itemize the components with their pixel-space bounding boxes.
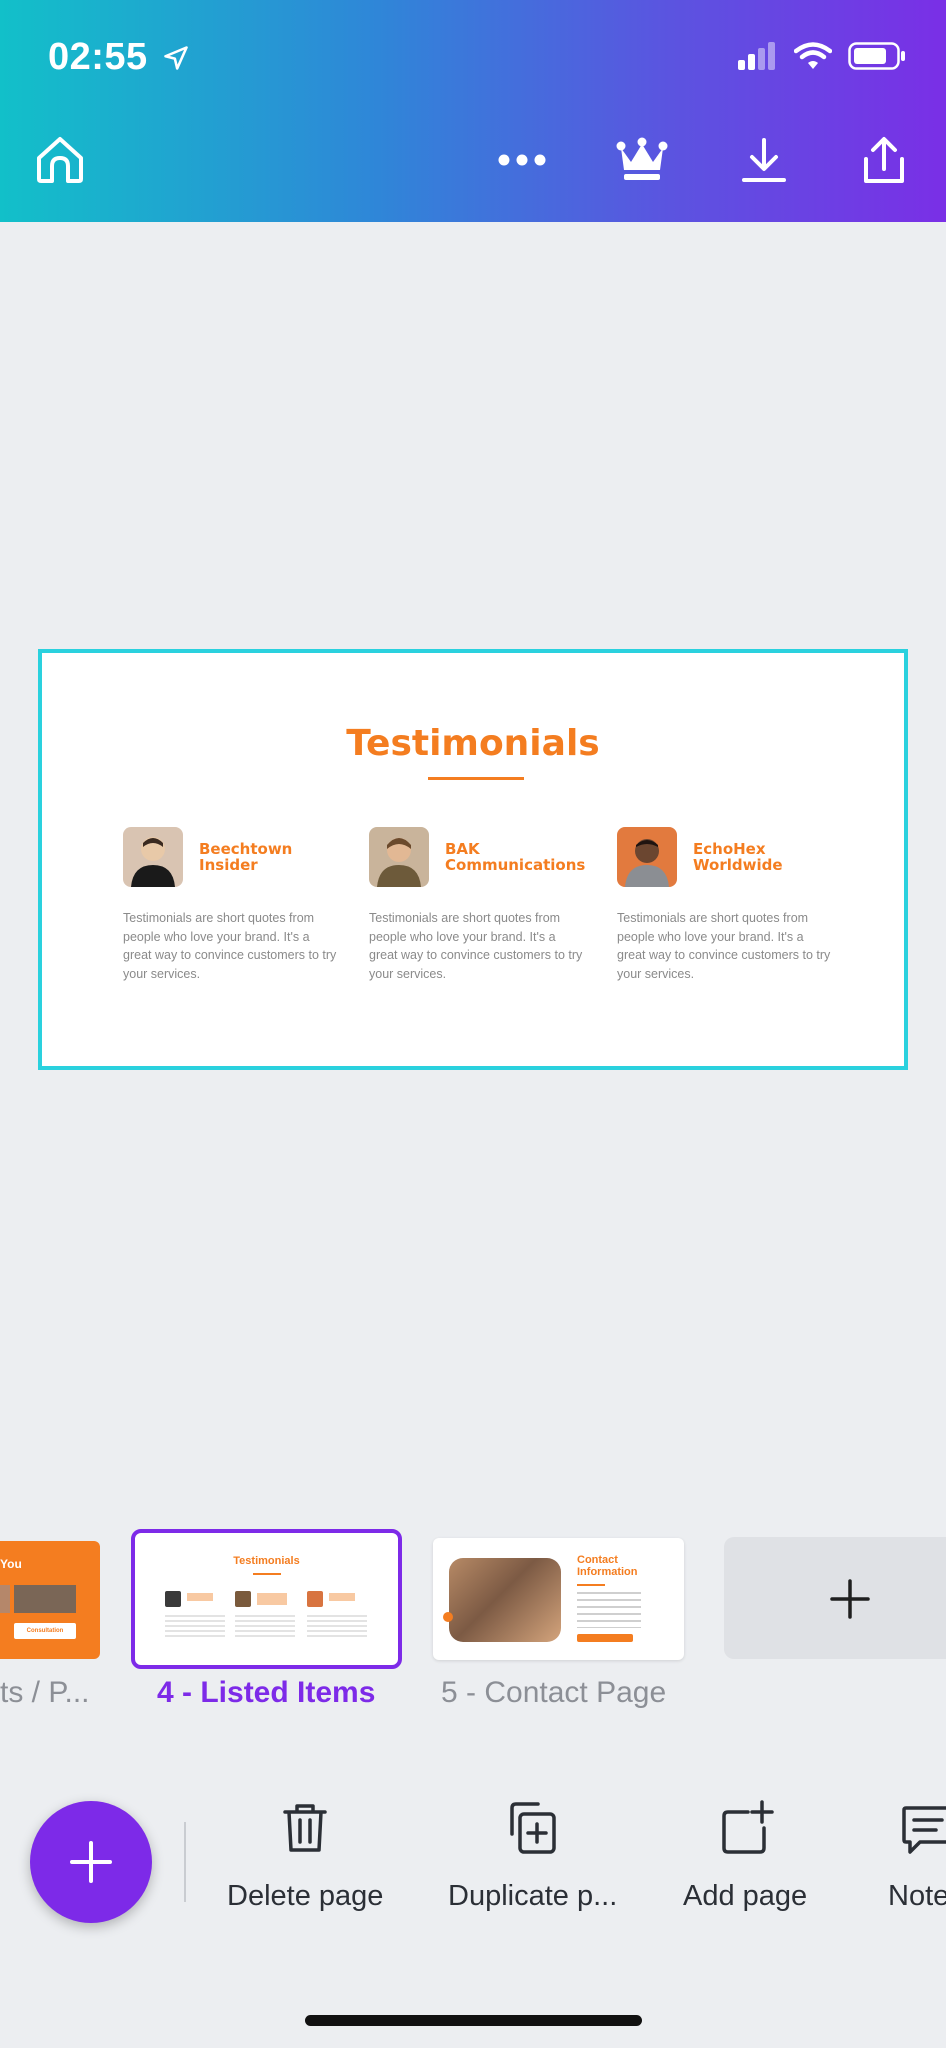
page-thumb-3[interactable]: You Consultation xyxy=(0,1541,100,1659)
thumb-text-lines xyxy=(165,1615,225,1637)
signal-icon xyxy=(738,42,775,70)
share-button[interactable] xyxy=(856,132,912,188)
plus-icon xyxy=(70,1841,112,1883)
add-page-label: Add page xyxy=(683,1880,808,1912)
share-icon xyxy=(864,137,904,183)
avatar[interactable] xyxy=(123,827,183,887)
avatar[interactable] xyxy=(369,827,429,887)
thumb-avatar xyxy=(235,1591,251,1607)
delete-page-label: Delete page xyxy=(227,1880,384,1912)
thumb-text-lines xyxy=(577,1592,641,1628)
add-page-thumb[interactable] xyxy=(724,1537,946,1659)
company-name[interactable]: EchoHex Worldwide xyxy=(693,841,843,873)
avatar[interactable] xyxy=(617,827,677,887)
page-label-5[interactable]: 5 - Contact Page xyxy=(441,1676,666,1710)
thumb-button: Consultation xyxy=(14,1623,76,1639)
top-bar: 02:55 xyxy=(0,0,946,222)
home-icon xyxy=(37,137,83,183)
trash-icon xyxy=(283,1804,327,1852)
status-time: 02:55 xyxy=(48,36,148,78)
thumb-name xyxy=(329,1593,355,1601)
home-indicator[interactable] xyxy=(305,2015,642,2026)
thumb-avatar xyxy=(165,1591,181,1607)
company-name[interactable]: BAK Communications xyxy=(445,841,595,873)
premium-button[interactable] xyxy=(614,132,670,188)
notes-icon xyxy=(902,1806,946,1854)
wifi-icon xyxy=(794,42,832,69)
page-thumb-4-selected[interactable]: Testimonials xyxy=(131,1529,402,1669)
thumb-rule xyxy=(577,1584,605,1586)
slide-canvas[interactable]: Testimonials Beechtown Insider Testimoni… xyxy=(38,649,908,1070)
home-button[interactable] xyxy=(32,132,88,188)
slide-title[interactable]: Testimonials xyxy=(42,723,904,764)
add-element-button[interactable] xyxy=(30,1801,152,1923)
page-label-3[interactable]: ts / P... xyxy=(0,1676,90,1710)
duplicate-page-label: Duplicate p... xyxy=(448,1880,618,1912)
thumb-dot xyxy=(443,1612,453,1622)
thumb-title: Testimonials xyxy=(233,1555,300,1567)
title-underline[interactable] xyxy=(428,777,524,780)
testimonial-text[interactable]: Testimonials are short quotes from peopl… xyxy=(369,909,584,983)
plus-icon xyxy=(830,1579,870,1619)
thumb-text-lines xyxy=(307,1615,367,1637)
page-thumb-5[interactable]: Contact Information xyxy=(433,1538,684,1660)
thumb-name xyxy=(187,1593,213,1601)
notes-label: Note xyxy=(888,1880,946,1912)
crown-icon xyxy=(616,137,668,180)
thumb-image xyxy=(0,1585,10,1613)
thumb-photo xyxy=(449,1558,561,1642)
battery-icon xyxy=(848,42,905,70)
toolbar-divider xyxy=(184,1822,186,1902)
company-name[interactable]: Beechtown Insider xyxy=(199,841,349,873)
thumb-rule xyxy=(253,1573,281,1575)
thumb-text: You xyxy=(0,1557,22,1571)
duplicate-icon xyxy=(510,1802,556,1854)
more-button[interactable] xyxy=(494,132,550,188)
thumb-button xyxy=(577,1634,633,1642)
download-button[interactable] xyxy=(736,132,792,188)
status-icons xyxy=(738,42,906,70)
page-label-4[interactable]: 4 - Listed Items xyxy=(157,1676,375,1710)
add-page-icon xyxy=(722,1800,774,1854)
location-arrow-icon xyxy=(164,46,188,70)
more-icon xyxy=(498,154,546,166)
testimonial-text[interactable]: Testimonials are short quotes from peopl… xyxy=(617,909,832,983)
thumb-name xyxy=(257,1593,287,1605)
thumb-avatar xyxy=(307,1591,323,1607)
thumb-title: Contact Information xyxy=(577,1554,638,1578)
testimonial-text[interactable]: Testimonials are short quotes from peopl… xyxy=(123,909,338,983)
thumb-text-lines xyxy=(235,1615,295,1637)
download-icon xyxy=(742,138,786,182)
thumb-image xyxy=(14,1585,76,1613)
